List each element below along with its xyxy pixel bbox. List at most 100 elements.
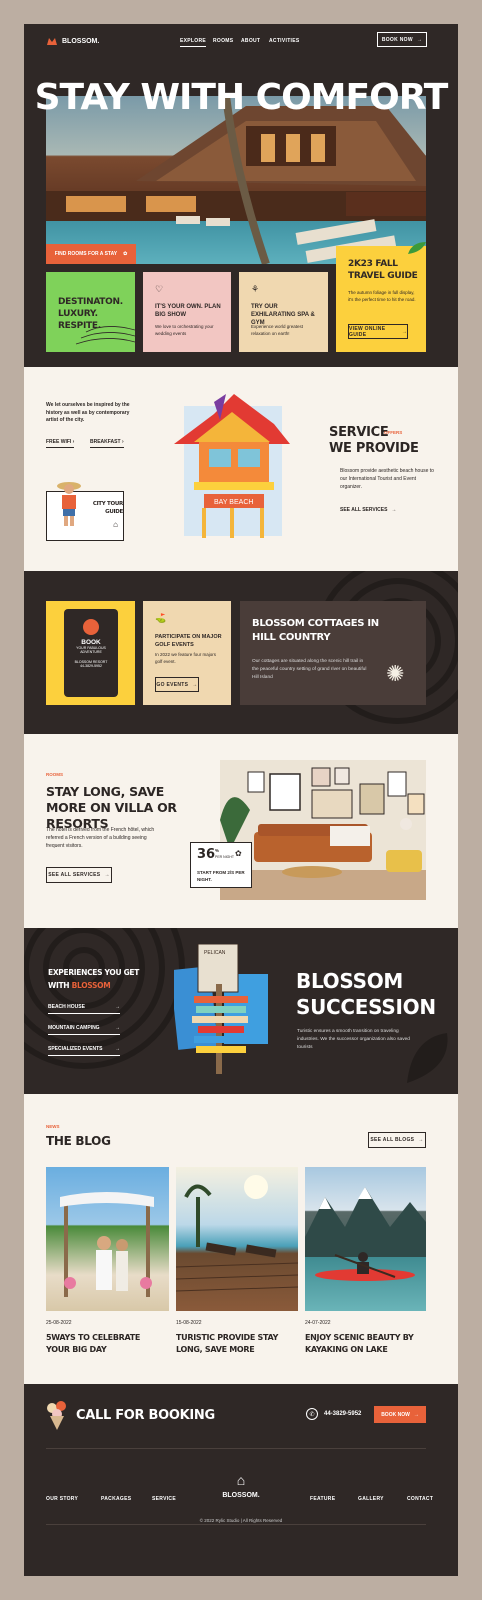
- feature-card-spa[interactable]: ⚘ TRY OUR EXHILARATING SPA & GYM Experie…: [239, 272, 328, 352]
- blog-post-title[interactable]: TURISTIC PROVIDE STAY LONG, SAVE MORE: [176, 1332, 298, 1356]
- price-unit2: PER NIGHT: [215, 855, 235, 859]
- footer-link-feature[interactable]: FEATURE: [310, 1496, 335, 1502]
- experience-label: SPECIALIZED EVENTS: [48, 1046, 103, 1052]
- footer-link-gallery[interactable]: GALLERY: [358, 1496, 384, 1502]
- arrow-right-icon: →: [115, 1025, 120, 1031]
- see-all-services-link[interactable]: SEE ALL SERVICES →: [340, 507, 396, 513]
- tourist-girl-image: [57, 482, 81, 526]
- resort-illustration: [46, 96, 426, 264]
- see-all-rooms-button[interactable]: SEE ALL SERVICES →: [46, 867, 112, 883]
- rooms-tag: ROOMS: [46, 772, 64, 777]
- deck-illustration: [176, 1175, 298, 1292]
- breakfast-label: BREAKFAST: [90, 439, 121, 445]
- feature-card-travel-guide[interactable]: 2K23 FALL TRAVEL GUIDE The autumn foliag…: [336, 242, 426, 352]
- blog-image-wedding[interactable]: [46, 1167, 169, 1311]
- hero-title: STAY WITH COMFORT: [34, 77, 449, 118]
- blog-post-title[interactable]: ENJOY SCENIC BEAUTY BY KAYAKING ON LAKE: [305, 1332, 426, 1356]
- view-guide-button[interactable]: VIEW ONLINE GUIDE →: [348, 324, 408, 339]
- book-now-label: BOOK NOW: [381, 36, 413, 43]
- brand-logo[interactable]: BLOSSOM.: [46, 36, 99, 46]
- tower-illustration: BAY BEACH: [174, 394, 290, 538]
- arrow-right-icon: →: [192, 681, 198, 688]
- city-tour-card[interactable]: CITY TOUR GUIDE ⌂: [46, 482, 124, 541]
- book-now-button[interactable]: BOOK NOW →: [377, 32, 427, 47]
- logo-icon: ⌂: [236, 1472, 246, 1488]
- golf-icon: ⛳: [155, 613, 167, 623]
- brand-name: BLOSSOM.: [62, 37, 100, 45]
- find-rooms-label: FIND ROOMS FOR A STAY: [54, 251, 118, 257]
- footer-link-contact[interactable]: CONTACT: [407, 1496, 433, 1502]
- succession-line1: BLOSSOM: [296, 969, 403, 993]
- rooms-section: ROOMS STAY LONG, SAVE MORE ON VILLA OR R…: [24, 734, 458, 928]
- golf-events-card[interactable]: ⛳ PARTICIPATE ON MAJOR GOLF EVENTS In 20…: [143, 601, 231, 705]
- footer-brand-name: BLOSSOM.: [222, 1492, 260, 1499]
- footer-section: CALL FOR BOOKING ✆ 44-3829-5952 BOOK NOW…: [24, 1384, 458, 1576]
- experiences-section: EXPERIENCES YOU GET WITH BLOSSOM BEACH H…: [24, 928, 458, 1094]
- service-section: We let ourselves be inspired by the hist…: [24, 367, 458, 571]
- footer-book-now-button[interactable]: BOOK NOW →: [374, 1406, 426, 1423]
- experiences-title-a: EXPERIENCES YOU GET: [48, 968, 140, 977]
- nav-rooms[interactable]: ROOMS: [213, 38, 233, 44]
- blog-tag: NEWS: [46, 1124, 60, 1129]
- arrow-right-icon: →: [391, 507, 397, 513]
- free-wifi-label: FREE WIFI: [46, 439, 72, 445]
- arrow-right-icon: →: [115, 1046, 120, 1052]
- signpost-illustration: PELICAN: [169, 943, 268, 1074]
- golf-desc: In 2022 we feature four majors golf even…: [155, 652, 217, 664]
- footer-phone[interactable]: 44-3829-5952: [324, 1411, 361, 1417]
- flower-logo-icon: [47, 38, 57, 45]
- bell-icon: ✿: [235, 849, 242, 858]
- see-all-rooms-label: SEE ALL SERVICES: [48, 872, 101, 878]
- blog-image-kayak[interactable]: [305, 1167, 426, 1311]
- experience-item-events[interactable]: SPECIALIZED EVENTS →: [48, 1046, 120, 1056]
- blog-date: 15-08-2022: [176, 1320, 202, 1326]
- blog-post-title[interactable]: 5WAYS TO CELEBRATE YOUR BIG DAY: [46, 1332, 166, 1356]
- nav-about[interactable]: ABOUT: [241, 38, 260, 44]
- succession-title: BLOSSOM SUCCESSION: [296, 968, 436, 1020]
- call-booking-title: CALL FOR BOOKING: [76, 1408, 215, 1423]
- palm-leaf-icon: [407, 1033, 448, 1083]
- smile-icon: [83, 619, 99, 635]
- blog-title: THE BLOG: [46, 1134, 111, 1148]
- signpost-image: PELICAN: [169, 943, 270, 1074]
- blog-date: 24-07-2022: [305, 1320, 331, 1326]
- sign-top-text: PELICAN: [204, 950, 226, 956]
- copyright-text: © 2022 Rylic Studio | All Rights Reserve…: [193, 1518, 289, 1523]
- service-title-line1: SERVICE: [329, 425, 389, 440]
- book-sign-phone: 44-3829-5952: [80, 664, 102, 668]
- golf-title: PARTICIPATE ON MAJOR GOLF EVENTS: [155, 634, 222, 648]
- kayak-illustration: [305, 1187, 426, 1281]
- go-events-button[interactable]: GO EVENTS →: [155, 677, 199, 692]
- feature-card-destination[interactable]: DESTINATON. LUXURY. RESPITE.: [46, 272, 135, 352]
- see-all-blogs-button[interactable]: SEE ALL BLOGS →: [368, 1132, 426, 1148]
- nav-explore[interactable]: EXPLORE: [180, 38, 206, 47]
- experience-label: MOUNTAIN CAMPING: [48, 1025, 100, 1031]
- experience-item-beach[interactable]: BEACH HOUSE →: [48, 1004, 120, 1014]
- arrow-right-icon: →: [401, 328, 407, 335]
- nav-activities[interactable]: ACTIVITIES: [269, 38, 300, 44]
- flower-icon: ✿: [123, 251, 128, 257]
- succession-desc: Turistic ensures a smooth transition on …: [297, 1029, 410, 1050]
- hero-image: [46, 96, 426, 264]
- feature-card-show[interactable]: ♡ IT'S YOUR OWN. PLAN BIG SHOW We love t…: [143, 272, 231, 352]
- wave-lines-icon: [75, 326, 135, 345]
- arrow-right-icon: →: [416, 36, 423, 43]
- free-wifi-link[interactable]: FREE WIFI ›: [46, 439, 75, 448]
- breakfast-link[interactable]: BREAKFAST ›: [90, 439, 124, 448]
- find-rooms-button[interactable]: FIND ROOMS FOR A STAY ✿: [46, 244, 136, 264]
- feature-desc: We love to orchestrating your wedding ev…: [155, 324, 214, 336]
- experience-item-camping[interactable]: MOUNTAIN CAMPING →: [48, 1025, 120, 1035]
- feature-desc: Experience world greatest relaxation on …: [251, 324, 304, 336]
- blog-image-deck[interactable]: [176, 1167, 298, 1311]
- footer-brand[interactable]: ⌂ BLOSSOM.: [24, 1472, 458, 1499]
- cottages-desc: Our cottages are situated along the scen…: [252, 659, 367, 680]
- leaf-icon: [408, 242, 426, 254]
- succession-line2: SUCCESSION: [296, 995, 436, 1019]
- book-adventure-card[interactable]: BOOK YOUR FABULOUS ADVENTURE BLOSSOM RES…: [46, 601, 135, 705]
- view-guide-label: VIEW ONLINE GUIDE: [349, 325, 386, 338]
- book-sign: BOOK YOUR FABULOUS ADVENTURE BLOSSOM RES…: [64, 609, 118, 697]
- price-text: START FROM 2/S PER NIGHT.: [197, 870, 245, 882]
- wedding-illustration: [60, 1192, 154, 1297]
- price-unit: %: [215, 848, 220, 853]
- copyright: © 2022 Rylic Studio | All Rights Reserve…: [24, 1518, 458, 1523]
